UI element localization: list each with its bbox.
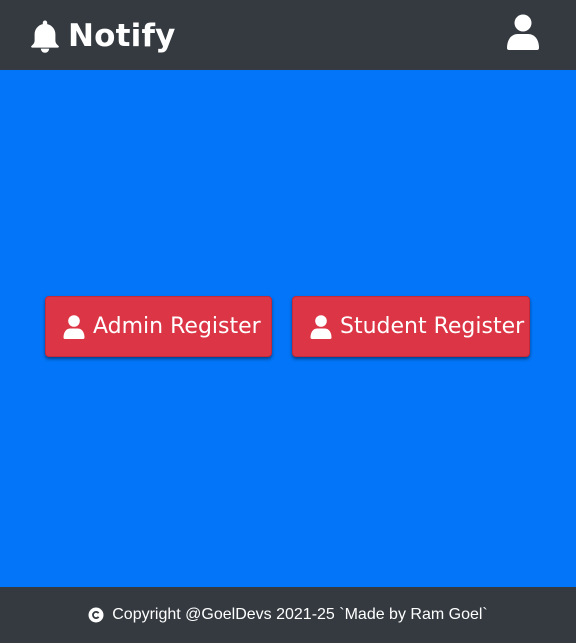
main-content: Admin Register Student Register bbox=[0, 70, 576, 587]
top-navbar: Notify bbox=[0, 0, 576, 70]
student-register-button[interactable]: Student Register bbox=[292, 296, 530, 357]
footer-copyright-text: Copyright @GoelDevs 2021-25 `Made by Ram… bbox=[112, 606, 488, 623]
admin-register-label: Admin Register bbox=[93, 313, 261, 339]
user-icon[interactable] bbox=[506, 14, 540, 50]
admin-register-button[interactable]: Admin Register bbox=[45, 296, 272, 357]
user-icon bbox=[310, 314, 332, 339]
student-register-label: Student Register bbox=[340, 313, 525, 339]
brand-title: Notify bbox=[68, 18, 176, 54]
brand-link[interactable]: Notify bbox=[30, 16, 176, 56]
user-icon bbox=[63, 314, 85, 339]
footer: Copyright @GoelDevs 2021-25 `Made by Ram… bbox=[0, 587, 576, 643]
bell-icon bbox=[31, 20, 59, 53]
copyright-icon bbox=[88, 607, 104, 623]
